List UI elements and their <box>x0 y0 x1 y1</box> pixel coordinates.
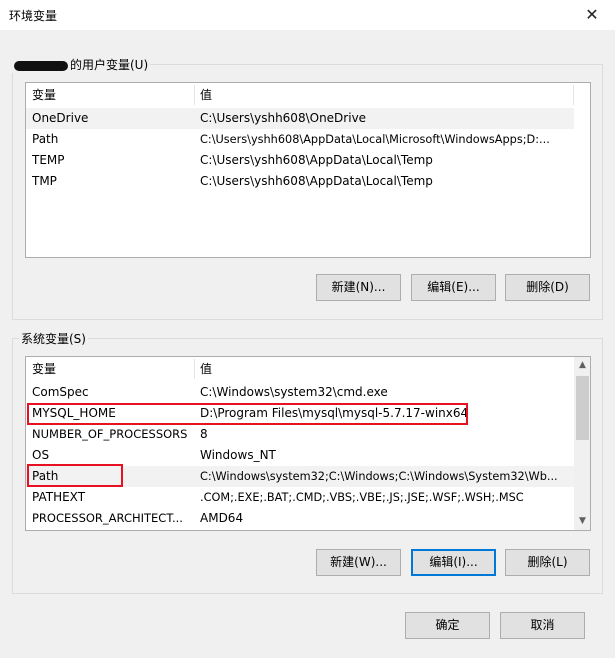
system-edit-button[interactable]: 编辑(I)... <box>411 549 496 576</box>
variable-value: C:\Users\yshh608\AppData\Local\Microsoft… <box>200 133 550 146</box>
variable-value: Windows_NT <box>200 448 276 462</box>
list-item[interactable]: Path C:\Users\yshh608\AppData\Local\Micr… <box>26 129 574 150</box>
variable-value: .COM;.EXE;.BAT;.CMD;.VBS;.VBE;.JS;.JSE;.… <box>200 491 524 504</box>
cancel-button[interactable]: 取消 <box>500 612 585 639</box>
list-item[interactable]: PROCESSOR_ARCHITECT... AMD64 <box>26 508 574 529</box>
system-delete-button[interactable]: 删除(L) <box>505 549 590 576</box>
redacted-username <box>14 60 68 71</box>
user-edit-button[interactable]: 编辑(E)... <box>411 274 496 301</box>
variable-value: C:\Users\yshh608\AppData\Local\Temp <box>200 174 433 188</box>
list-item[interactable]: TEMP C:\Users\yshh608\AppData\Local\Temp <box>26 150 574 171</box>
column-header-variable[interactable]: 变量 <box>26 83 194 107</box>
list-item[interactable]: ComSpec C:\Windows\system32\cmd.exe <box>26 382 574 403</box>
variable-value: C:\Windows\system32\cmd.exe <box>200 385 388 399</box>
mysql-home-highlight <box>27 403 468 425</box>
list-item[interactable]: PATHEXT .COM;.EXE;.BAT;.CMD;.VBS;.VBE;.J… <box>26 487 574 508</box>
system-variables-list[interactable]: 变量 值 ComSpec C:\Windows\system32\cmd.exe… <box>25 356 591 531</box>
variable-name: OneDrive <box>32 111 89 125</box>
variable-name: TEMP <box>32 153 65 167</box>
user-list-header: 变量 值 <box>26 83 574 107</box>
list-item[interactable]: OS Windows_NT <box>26 445 574 466</box>
column-header-value[interactable]: 值 <box>194 357 574 381</box>
window-title: 环境变量 <box>9 9 58 23</box>
user-delete-button[interactable]: 删除(D) <box>505 274 590 301</box>
system-new-button[interactable]: 新建(W)... <box>316 549 401 576</box>
scroll-thumb[interactable] <box>576 376 589 440</box>
variable-name: TMP <box>32 174 57 188</box>
system-list-scrollbar[interactable]: ▲ ▼ <box>574 357 590 530</box>
list-item[interactable]: OneDrive C:\Users\yshh608\OneDrive <box>26 108 574 129</box>
variable-name: NUMBER_OF_PROCESSORS <box>32 427 188 441</box>
variable-name: PROCESSOR_ARCHITECT... <box>32 511 183 525</box>
variable-value: C:\Users\yshh608\AppData\Local\Temp <box>200 153 433 167</box>
variable-value: C:\Windows\system32;C:\Windows;C:\Window… <box>200 470 558 483</box>
column-header-value[interactable]: 值 <box>194 83 574 107</box>
scroll-down-icon[interactable]: ▼ <box>574 513 590 530</box>
ok-button[interactable]: 确定 <box>405 612 490 639</box>
variable-value: AMD64 <box>200 511 244 525</box>
variable-name: Path <box>32 132 59 146</box>
list-item[interactable]: NUMBER_OF_PROCESSORS 8 <box>26 424 574 445</box>
title-bar: 环境变量 ✕ <box>0 0 615 30</box>
system-variables-label: 系统变量(S) <box>19 330 88 347</box>
variable-value: 8 <box>200 427 208 441</box>
scroll-up-icon[interactable]: ▲ <box>574 357 590 374</box>
close-icon[interactable]: ✕ <box>569 0 615 30</box>
list-item[interactable]: TMP C:\Users\yshh608\AppData\Local\Temp <box>26 171 574 192</box>
variable-name: PATHEXT <box>32 490 86 504</box>
variable-value: C:\Users\yshh608\OneDrive <box>200 111 367 125</box>
path-highlight <box>27 464 123 487</box>
variable-name: ComSpec <box>32 385 89 399</box>
column-header-variable[interactable]: 变量 <box>26 357 194 381</box>
environment-variables-dialog: 环境变量 ✕ 的用户变量(U) 变量 值 OneDrive C:\Users\y… <box>0 0 615 658</box>
user-new-button[interactable]: 新建(N)... <box>316 274 401 301</box>
user-variables-label: 的用户变量(U) <box>12 56 151 73</box>
user-variables-list[interactable]: 变量 值 OneDrive C:\Users\yshh608\OneDrive … <box>25 82 591 258</box>
variable-name: OS <box>32 448 50 462</box>
system-list-header: 变量 值 <box>26 357 574 381</box>
